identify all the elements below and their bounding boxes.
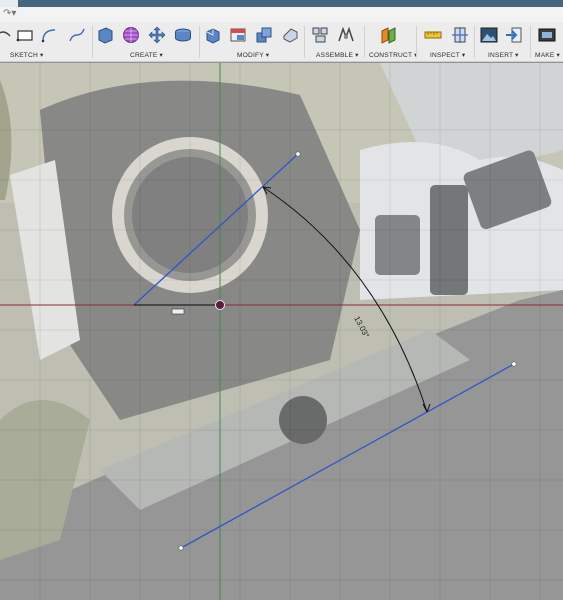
measure-icon[interactable] [424, 26, 442, 44]
canvas-image-icon[interactable] [480, 26, 498, 44]
sphere-icon[interactable] [122, 26, 140, 44]
insert-arrow-icon[interactable] [505, 26, 523, 44]
title-bar-app-area [0, 0, 18, 7]
make-group-label[interactable]: MAKE ▾ [535, 51, 560, 59]
design-canvas[interactable]: 13.03° [0, 63, 563, 600]
fillet-icon[interactable] [229, 26, 247, 44]
shell-icon[interactable] [281, 26, 299, 44]
joint-icon[interactable] [337, 26, 355, 44]
offset-plane-icon[interactable] [380, 26, 398, 44]
press-pull-icon[interactable] [204, 26, 222, 44]
new-component-icon[interactable] [311, 26, 329, 44]
group-divider [199, 26, 200, 58]
arc-icon[interactable] [40, 26, 58, 44]
group-divider [304, 26, 305, 58]
sketch-point[interactable] [295, 151, 301, 157]
create-group-label[interactable]: CREATE ▾ [130, 51, 163, 59]
spline-icon[interactable] [68, 26, 86, 44]
assemble-group-label[interactable]: ASSEMBLE ▾ [316, 51, 359, 59]
group-divider [474, 26, 475, 58]
redo-icon[interactable]: ↷▾ [3, 8, 16, 20]
group-divider [364, 26, 365, 58]
quick-access-toolbar: ↷▾ [0, 7, 563, 22]
combine-icon[interactable] [255, 26, 273, 44]
group-divider [92, 26, 93, 58]
group-divider [530, 26, 531, 58]
sketch-group-label[interactable]: SKETCH ▾ [10, 51, 44, 59]
window-title-bar [0, 0, 563, 7]
sketch-line-icon[interactable] [0, 26, 12, 44]
origin-point[interactable] [215, 300, 225, 310]
sketch-point[interactable] [178, 545, 184, 551]
canvas-overlay [0, 63, 563, 600]
extrude-box-icon[interactable] [96, 26, 114, 44]
group-divider [416, 26, 417, 58]
construct-group-label[interactable]: CONSTRUCT ▾ [369, 51, 418, 59]
sketch-point[interactable] [511, 361, 517, 367]
modify-group-label[interactable]: MODIFY ▾ [237, 51, 269, 59]
move-arrows-icon[interactable] [148, 26, 166, 44]
insert-group-label[interactable]: INSERT ▾ [488, 51, 519, 59]
section-analysis-icon[interactable] [451, 26, 469, 44]
horizontal-constraint-icon[interactable] [171, 308, 185, 315]
rectangle-icon[interactable] [16, 26, 34, 44]
3d-print-icon[interactable] [538, 26, 556, 44]
inspect-group-label[interactable]: INSPECT ▾ [430, 51, 465, 59]
toolbar-ribbon: SKETCH ▾ CREATE ▾ MODIFY ▾ ASSEMBLE ▾ CO… [0, 22, 563, 62]
pipe-icon[interactable] [174, 26, 192, 44]
